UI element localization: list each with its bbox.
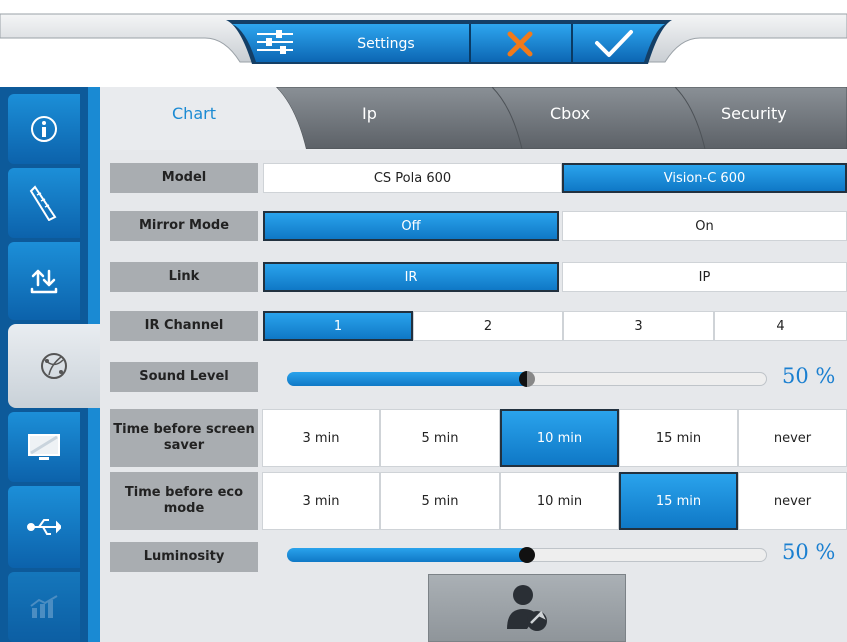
- info-icon: [31, 116, 57, 142]
- sidebar-item-network[interactable]: [8, 324, 100, 408]
- link-ip[interactable]: IP: [562, 262, 847, 292]
- tab-security[interactable]: Security: [721, 104, 787, 123]
- eco-mode-3min[interactable]: 3 min: [262, 472, 380, 530]
- eco-mode-never[interactable]: never: [738, 472, 847, 530]
- sidebar-item-usb[interactable]: [8, 486, 80, 568]
- chart-icon: [30, 595, 58, 618]
- ir-channel-2[interactable]: 2: [413, 311, 563, 341]
- confirm-button[interactable]: [572, 23, 656, 65]
- screen-saver-5min[interactable]: 5 min: [380, 409, 500, 467]
- screen-saver-15min[interactable]: 15 min: [619, 409, 738, 467]
- ir-channel-3[interactable]: 3: [563, 311, 714, 341]
- sidebar-item-info[interactable]: [8, 94, 80, 164]
- tab-chart[interactable]: Chart: [172, 104, 216, 123]
- screen-saver-label: Time before screen saver: [110, 409, 258, 467]
- eco-mode-10min[interactable]: 10 min: [500, 472, 619, 530]
- settings-button[interactable]: Settings: [240, 23, 468, 65]
- settings-label: Settings: [357, 36, 415, 52]
- model-option-cs-pola[interactable]: CS Pola 600: [263, 163, 562, 193]
- network-globe-icon: [41, 353, 67, 379]
- ir-channel-4[interactable]: 4: [714, 311, 847, 341]
- mirror-mode-label: Mirror Mode: [110, 211, 258, 241]
- eco-mode-5min[interactable]: 5 min: [380, 472, 500, 530]
- model-label: Model: [110, 163, 258, 193]
- screen-saver-never[interactable]: never: [738, 409, 847, 467]
- luminosity-value: 50 %: [782, 540, 836, 564]
- cancel-button[interactable]: [470, 23, 570, 65]
- close-x-icon: [507, 31, 533, 57]
- usb-icon: [27, 519, 61, 535]
- screen-saver-10min[interactable]: 10 min: [500, 409, 619, 467]
- sidebar-item-measure[interactable]: [8, 168, 80, 238]
- sound-level-handle[interactable]: [519, 371, 535, 387]
- monitor-icon: [28, 434, 60, 460]
- ruler-icon: [29, 185, 57, 221]
- ir-channel-1[interactable]: 1: [263, 311, 413, 341]
- eco-mode-label: Time before eco mode: [110, 472, 258, 530]
- user-service-button[interactable]: [428, 574, 626, 642]
- model-option-vision-c[interactable]: Vision-C 600: [562, 163, 847, 193]
- mirror-mode-off[interactable]: Off: [263, 211, 559, 241]
- sound-level-fill: [287, 372, 527, 386]
- sliders-icon: [257, 30, 293, 54]
- checkmark-icon: [595, 30, 633, 57]
- luminosity-handle[interactable]: [519, 547, 535, 563]
- luminosity-fill: [287, 548, 527, 562]
- ir-channel-label: IR Channel: [110, 311, 258, 341]
- user-wrench-icon: [507, 585, 547, 631]
- sound-level-label: Sound Level: [110, 362, 258, 392]
- sidebar-item-chart[interactable]: [8, 572, 80, 642]
- screen-saver-3min[interactable]: 3 min: [262, 409, 380, 467]
- tab-ip[interactable]: Ip: [362, 104, 377, 123]
- sidebar-item-display[interactable]: [8, 412, 80, 482]
- link-ir[interactable]: IR: [263, 262, 559, 292]
- settings-screen: Settings Chart Ip Cbox Security Model CS…: [0, 0, 847, 642]
- tab-cbox[interactable]: Cbox: [550, 104, 590, 123]
- eco-mode-15min[interactable]: 15 min: [619, 472, 738, 530]
- sound-level-value: 50 %: [782, 364, 836, 388]
- mirror-mode-on[interactable]: On: [562, 211, 847, 241]
- luminosity-label: Luminosity: [110, 542, 258, 572]
- sidebar-item-transfer[interactable]: [8, 242, 80, 320]
- transfer-icon: [30, 269, 58, 294]
- link-label: Link: [110, 262, 258, 292]
